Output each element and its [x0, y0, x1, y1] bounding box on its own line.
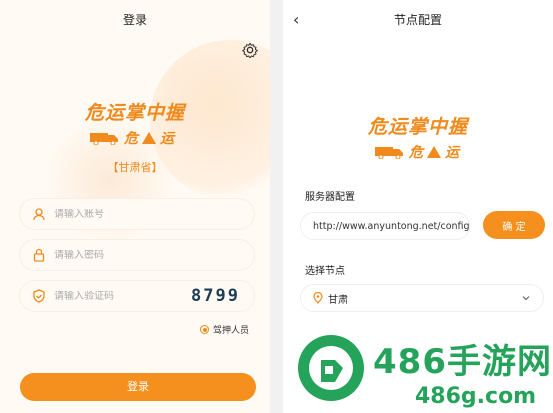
node-select-label: 选择节点 [305, 266, 345, 277]
user-icon [33, 208, 45, 221]
radio-icon[interactable] [200, 325, 209, 334]
gear-icon[interactable] [242, 42, 258, 58]
watermark-text: 486手游网 [373, 342, 552, 382]
login-screen: 登录 危运掌中握 危 运 【甘肃省】 8799 驾押人员 登录 [0, 0, 270, 413]
brand-title: 危运掌中握 [367, 116, 468, 138]
captcha-input[interactable] [54, 290, 174, 302]
truck-icon [375, 147, 403, 159]
password-field[interactable] [20, 240, 254, 270]
login-button[interactable]: 登录 [20, 373, 256, 401]
warning-triangle-icon [142, 132, 156, 144]
server-url-input[interactable] [313, 220, 469, 232]
warning-triangle-icon [427, 146, 441, 158]
node-select[interactable]: 甘肃 [300, 284, 544, 312]
confirm-button[interactable]: 确 定 [483, 211, 545, 239]
brand-sub-text-2: 运 [445, 145, 459, 161]
node-select-value: 甘肃 [328, 294, 348, 306]
server-config-label: 服务器配置 [305, 192, 355, 203]
brand-sub-text: 危 [409, 145, 423, 161]
captcha-field[interactable]: 8799 [20, 281, 254, 311]
brand-logo: 危 运 [375, 142, 459, 162]
brand-title: 危运掌中握 [84, 102, 185, 124]
brand-logo: 危 运 [90, 128, 174, 148]
username-field[interactable] [20, 199, 254, 229]
page-title: 登录 [122, 13, 147, 27]
server-url-field[interactable] [300, 212, 470, 240]
page-title: 节点配置 [393, 13, 442, 27]
province-label: 【甘肃省】 [107, 161, 163, 174]
chevron-down-icon [522, 296, 530, 301]
location-pin-icon [313, 292, 323, 304]
brand-sub-text-2: 运 [160, 131, 174, 147]
role-label: 驾押人员 [213, 326, 250, 336]
password-input[interactable] [54, 249, 174, 261]
truck-icon [90, 133, 118, 145]
brand-sub-text: 危 [124, 131, 138, 147]
captcha-image[interactable]: 8799 [191, 286, 240, 306]
lock-icon [33, 248, 45, 262]
watermark-logo-icon [298, 335, 364, 401]
shield-icon [33, 289, 45, 303]
watermark-domain: 486g.com [415, 384, 537, 409]
username-input[interactable] [54, 208, 174, 220]
role-radio[interactable]: 驾押人员 [200, 323, 249, 336]
watermark: 486手游网 486g.com [295, 332, 553, 410]
